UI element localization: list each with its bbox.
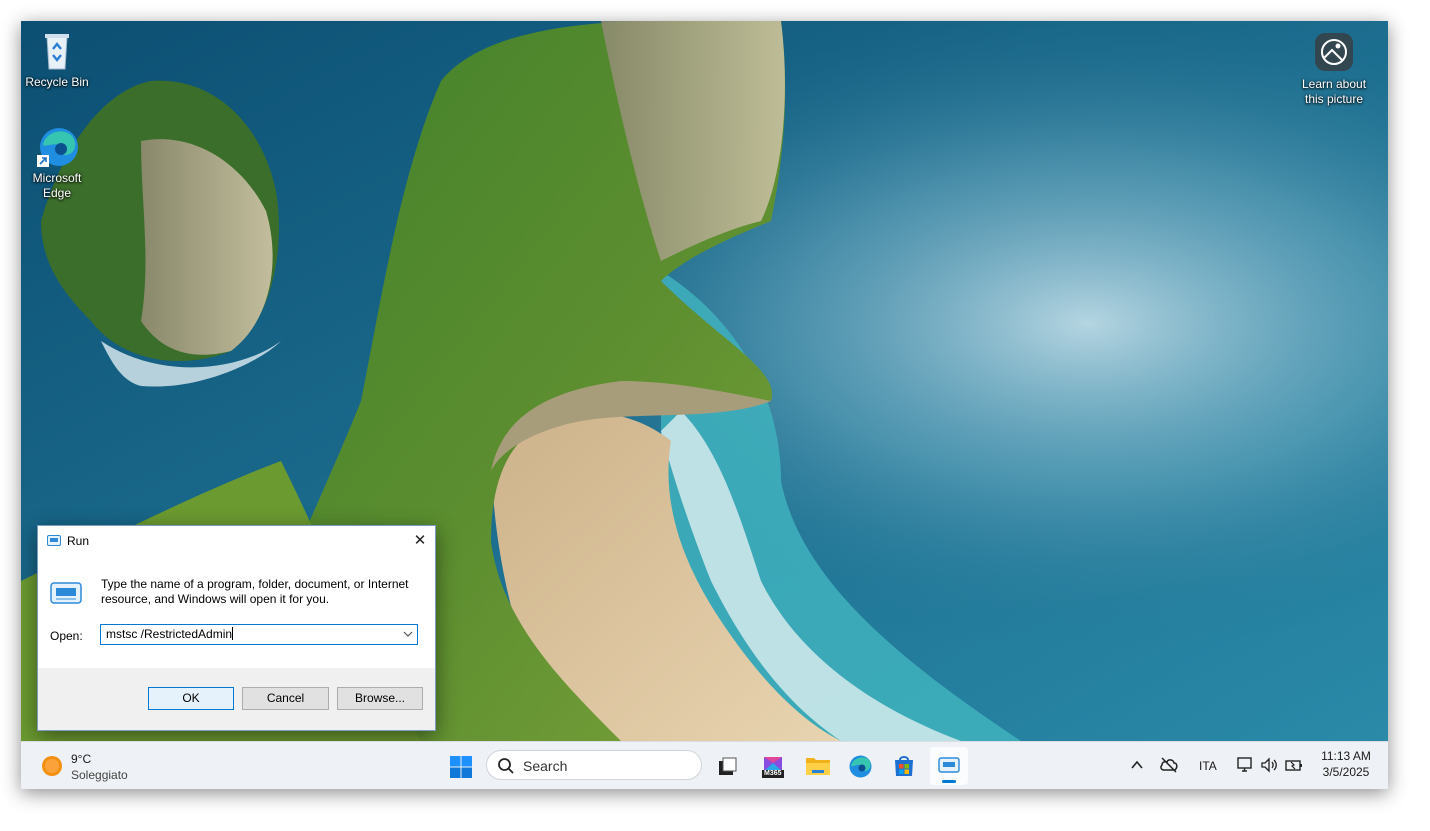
run-dialog-title: Run [67, 534, 90, 548]
desktop-screen: Recycle Bin Microsoft Edge Learn about t… [21, 21, 1388, 789]
sun-icon [42, 756, 62, 776]
open-combobox[interactable]: mstsc /RestrictedAdmin [100, 624, 418, 645]
edge-icon[interactable] [848, 754, 873, 779]
run-icon [47, 535, 61, 546]
weather-widget[interactable]: 9°C Soleggiato [35, 750, 145, 784]
desktop-icon-edge[interactable]: Microsoft Edge [21, 125, 96, 201]
run-icon [938, 757, 960, 773]
desktop-icon-recycle-bin[interactable]: Recycle Bin [21, 29, 96, 90]
active-app-indicator [942, 780, 956, 783]
browse-button[interactable]: Browse... [337, 687, 423, 710]
m365-badge: M365 [762, 770, 784, 778]
open-input-value: mstsc /RestrictedAdmin [106, 627, 233, 641]
desktop-icon-label: Microsoft Edge [32, 171, 82, 200]
run-program-icon [50, 582, 82, 604]
cancel-button[interactable]: Cancel [242, 687, 329, 710]
search-placeholder: Search [523, 758, 568, 774]
run-dialog-titlebar[interactable]: Run ✕ [38, 526, 435, 556]
run-description: Type the name of a program, folder, docu… [101, 577, 409, 606]
desktop-icon-label: Recycle Bin [25, 75, 89, 89]
search-box[interactable]: Search [486, 750, 702, 780]
weather-temperature: 9°C [71, 752, 92, 766]
network-icon[interactable] [1236, 756, 1254, 774]
learn-picture-icon [1315, 33, 1353, 71]
taskbar: 9°C Soleggiato Search M365 ITA 11:13 AM … [21, 741, 1388, 789]
run-dialog: Run ✕ Type the name of a program, folder… [37, 525, 436, 731]
m365-app[interactable]: M365 [760, 753, 786, 779]
close-button[interactable]: ✕ [405, 526, 435, 556]
chevron-down-icon[interactable] [403, 629, 413, 639]
start-icon[interactable] [449, 755, 473, 779]
task-view-icon[interactable] [716, 756, 738, 778]
chevron-up-icon[interactable] [1130, 759, 1144, 771]
battery-icon[interactable] [1284, 756, 1304, 774]
open-label: Open: [50, 629, 83, 643]
clock-date: 3/5/2025 [1322, 765, 1370, 779]
cloud-offline-icon[interactable] [1159, 756, 1179, 774]
language-indicator[interactable]: ITA [1199, 759, 1217, 773]
volume-icon[interactable] [1260, 756, 1278, 774]
run-dialog-body: Type the name of a program, folder, docu… [38, 556, 435, 668]
clock-time: 11:13 AM [1321, 749, 1371, 763]
desktop-icon-learn-about-picture[interactable]: Learn about this picture [1294, 31, 1374, 107]
weather-condition: Soleggiato [71, 768, 128, 782]
run-taskbar-button[interactable] [930, 747, 968, 785]
text-caret [232, 627, 234, 640]
search-icon [498, 758, 514, 774]
edge-icon [37, 128, 78, 167]
recycle-bin-icon [45, 34, 69, 70]
file-explorer-icon[interactable] [805, 755, 831, 777]
clock[interactable]: 11:13 AM 3/5/2025 [1311, 749, 1381, 779]
store-icon[interactable] [892, 754, 916, 778]
desktop-icon-label: Learn about this picture [1301, 77, 1367, 106]
ok-button[interactable]: OK [148, 687, 234, 710]
